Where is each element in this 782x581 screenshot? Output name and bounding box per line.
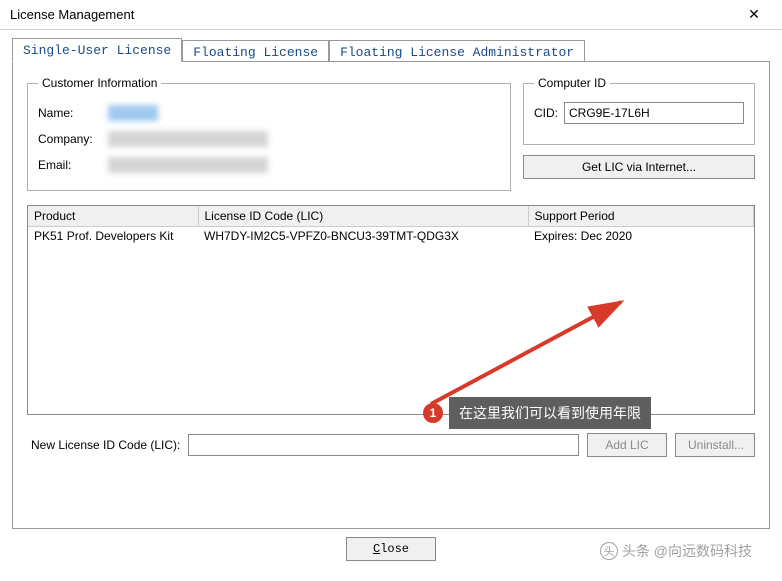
- cell-support: Expires: Dec 2020: [528, 227, 754, 246]
- computer-id-legend: Computer ID: [534, 76, 610, 90]
- col-lic[interactable]: License ID Code (LIC): [198, 206, 528, 227]
- cell-product: PK51 Prof. Developers Kit: [28, 227, 198, 246]
- email-value-redacted: [108, 157, 268, 173]
- watermark: 头 头条 @向远数码科技: [600, 541, 752, 561]
- cid-label: CID:: [534, 106, 558, 120]
- new-lic-input[interactable]: [188, 434, 579, 456]
- cid-field[interactable]: [564, 102, 744, 124]
- license-table[interactable]: Product License ID Code (LIC) Support Pe…: [27, 205, 755, 415]
- tab-floating[interactable]: Floating License: [182, 40, 329, 62]
- col-product[interactable]: Product: [28, 206, 198, 227]
- window-title: License Management: [10, 7, 734, 22]
- get-lic-button[interactable]: Get LIC via Internet...: [523, 155, 755, 179]
- close-icon[interactable]: ✕: [734, 1, 774, 29]
- email-label: Email:: [38, 158, 108, 172]
- table-row[interactable]: PK51 Prof. Developers Kit WH7DY-IM2C5-VP…: [28, 227, 754, 246]
- customer-info-group: Customer Information Name: Company: Emai…: [27, 76, 511, 191]
- add-lic-button[interactable]: Add LIC: [587, 433, 667, 457]
- tab-floating-admin[interactable]: Floating License Administrator: [329, 40, 585, 62]
- name-value-redacted: [108, 105, 158, 121]
- annotation-callout: 1 在这里我们可以看到使用年限: [423, 397, 651, 429]
- col-support[interactable]: Support Period: [528, 206, 754, 227]
- new-lic-label: New License ID Code (LIC):: [31, 438, 180, 452]
- tab-strip: Single-User License Floating License Flo…: [12, 38, 770, 62]
- tab-panel-single-user: Customer Information Name: Company: Emai…: [12, 61, 770, 529]
- cell-lic: WH7DY-IM2C5-VPFZ0-BNCU3-39TMT-QDG3X: [198, 227, 528, 246]
- annotation-text: 在这里我们可以看到使用年限: [449, 397, 651, 429]
- dialog-client: Single-User License Floating License Flo…: [0, 30, 782, 561]
- customer-info-legend: Customer Information: [38, 76, 161, 90]
- close-button[interactable]: Close: [346, 537, 436, 561]
- name-label: Name:: [38, 106, 108, 120]
- computer-id-group: Computer ID CID:: [523, 76, 755, 145]
- company-label: Company:: [38, 132, 108, 146]
- tab-single-user[interactable]: Single-User License: [12, 38, 182, 62]
- annotation-badge: 1: [423, 403, 443, 423]
- watermark-text: 头条 @向远数码科技: [622, 541, 752, 561]
- titlebar: License Management ✕: [0, 0, 782, 30]
- watermark-icon: 头: [600, 542, 618, 560]
- company-value-redacted: [108, 131, 268, 147]
- uninstall-button[interactable]: Uninstall...: [675, 433, 755, 457]
